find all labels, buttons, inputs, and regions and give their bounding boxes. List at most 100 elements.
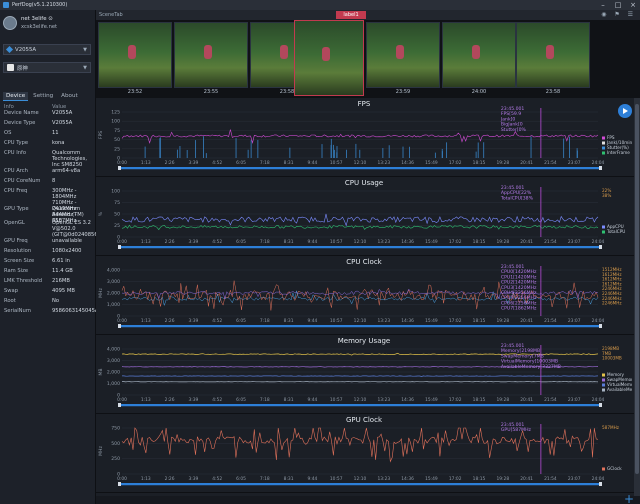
chart-cpu-usage[interactable]: 0 25 50 75 100% 0:00 1:13 2:26 3:39 4:52 6:05 7:18 8… [96,177,632,256]
x-tick-label: 4:52 [212,397,222,403]
chevron-down-icon: ▼ [83,46,87,53]
character-figure [279,45,288,60]
legend-swatch[interactable] [602,378,605,382]
jank-bar [576,148,578,158]
legend-swatch[interactable] [602,146,605,150]
chart-memory-usage[interactable]: 0 1,000 2,000 3,000 4,000 MB 0:00 1:13 2:26 3:39 4… [96,335,632,414]
screenshot-thumbnail[interactable]: 23:58 [516,22,590,95]
app-select[interactable]: 原神 ▼ [3,62,91,73]
timeline-handle-left[interactable] [118,324,121,328]
device-select[interactable]: V2055A ▼ [3,44,91,55]
add-icon[interactable]: + [624,493,634,504]
timeline-slider[interactable] [120,404,600,407]
legend-swatch[interactable] [602,388,605,392]
x-tick-label: 19:28 [496,397,509,403]
window-titlebar: PerfDog(v5.1.210300) – □ × [0,0,640,10]
screenshot-strip[interactable]: 23:52 23:55 23:58 23:59 24:00 23:58 [96,20,640,98]
minimize-button[interactable]: – [596,0,610,10]
timeline-slider[interactable] [120,483,600,486]
legend-swatch[interactable] [602,225,605,229]
play-icon[interactable] [618,104,632,118]
vertical-scrollbar[interactable] [634,98,640,498]
scrollbar-thumb[interactable] [635,104,639,474]
cursor-value: 10003MB [602,356,622,361]
x-tick-label: 10:57 [330,397,343,403]
thumbnail-timestamp: 24:00 [471,89,487,95]
screenshot-thumbnail[interactable]: 23:55 [174,22,248,95]
timeline-handle-right[interactable] [599,166,602,170]
scene-toolbar-icons[interactable]: ◉ ⚑ ☰ [601,11,636,18]
avatar[interactable] [3,16,17,30]
timeline-handle-right[interactable] [599,324,602,328]
timeline-handle-left[interactable] [118,482,121,486]
jank-bar [402,146,404,158]
screenshot-thumbnail[interactable]: 24:00 [442,22,516,95]
chart-canvas[interactable]: 0255075100125FPS0:00 1:13 2:26 3:39 4:52 6:05… [96,98,632,177]
legend-swatch[interactable] [602,383,605,387]
screenshot-thumbnail[interactable]: 23:52 [98,22,172,95]
series-line [122,381,599,383]
y-tick-label: 3,000 [107,358,120,364]
legend-entry[interactable]: GClock [607,466,622,471]
y-tick-label: 250 [111,456,120,462]
legend-swatch[interactable] [602,373,605,377]
legend-swatch[interactable] [602,136,605,140]
chart-canvas[interactable]: 01,0002,0003,0004,000MB0:00 1:13 2:26 3:39 4… [96,335,632,414]
x-tick-label: 3:39 [188,476,198,482]
x-tick-label: 21:54 [544,318,557,324]
app-icon [7,64,14,71]
timeline-handle-right[interactable] [599,403,602,407]
info-key: CPU Info [4,150,27,156]
legend-entry[interactable]: TotalCPU [606,229,625,234]
timeline-handle-left[interactable] [118,166,121,170]
scene-tab-label[interactable]: SceneTab [99,12,123,18]
tab-about[interactable]: About [58,92,81,101]
timeline-handle-left[interactable] [118,403,121,407]
jank-bar [409,146,410,158]
tab-setting[interactable]: Setting [30,92,56,101]
timeline-slider[interactable] [120,167,600,170]
timeline-handle-left[interactable] [118,245,121,249]
info-key: Swap [4,288,19,294]
timeline-handle-right[interactable] [599,245,602,249]
chart-canvas[interactable]: 01,0002,0003,0004,000MHz0:00 1:13 2:26 3:39… [96,256,632,335]
tab-device[interactable]: Device [3,92,29,101]
x-tick-label: 9:44 [307,318,317,324]
chart-cpu-clock[interactable]: 0 1,000 2,000 3,000 4,000 MHz 0:00 1:13 2:26 3:39… [96,256,632,335]
user-profile[interactable]: net 3elife ⊙ xcsk3elife.net [3,16,57,30]
screenshot-thumbnail[interactable] [294,20,364,96]
info-key: GPU Freq [4,238,28,244]
legend-swatch[interactable] [602,151,605,155]
y-tick-label: 100 [111,189,120,195]
x-tick-label: 7:18 [260,318,270,324]
timeline-slider[interactable] [120,325,600,328]
label-chip[interactable]: label1 [336,11,366,19]
chart-fps[interactable]: 0 25 50 75 100 125 FPS 0:00 1:13 2:26 3:39 4:52 6:05… [96,98,632,177]
user-name: net 3elife ⊙ [21,16,53,22]
legend-entry[interactable]: InterFrame [607,150,630,155]
legend-swatch[interactable] [602,141,605,145]
maximize-button[interactable]: □ [611,0,625,10]
timeline-handle-right[interactable] [599,482,602,486]
chart-canvas[interactable]: 0255075100%0:00 1:13 2:26 3:39 4:52 6:05 7:18 8… [96,177,632,256]
close-button[interactable]: × [626,0,640,10]
y-tick-label: 1,000 [107,381,120,387]
x-tick-label: 13:23 [377,160,390,166]
bottom-bar [96,496,640,504]
chart-gpu-clock[interactable]: 0 250 500 750 MHz 0:00 1:13 2:26 3:39 4:52 6:05 7:1… [96,414,632,493]
info-value: 4095 MB [52,288,75,294]
jank-bar [159,137,161,158]
info-value: 1080x2400 [52,248,82,254]
jank-bar [477,142,479,158]
sidebar: net 3elife ⊙ xcsk3elife.net V2055A ▼ 原神 … [0,10,103,504]
x-tick-label: 15:49 [425,397,438,403]
y-tick-label: 100 [111,119,120,125]
chart-canvas[interactable]: 0250500750MHz0:00 1:13 2:26 3:39 4:52 6:05 7:1… [96,414,632,493]
info-key: CPU CoreNum [4,178,41,184]
legend-swatch[interactable] [602,467,605,471]
legend-swatch[interactable] [602,230,605,234]
legend-entry[interactable]: AvailableMemory [607,387,632,392]
cursor-readout: VirtualMemory[10003MB [501,359,558,365]
timeline-slider[interactable] [120,246,600,249]
screenshot-thumbnail[interactable]: 23:59 [366,22,440,95]
